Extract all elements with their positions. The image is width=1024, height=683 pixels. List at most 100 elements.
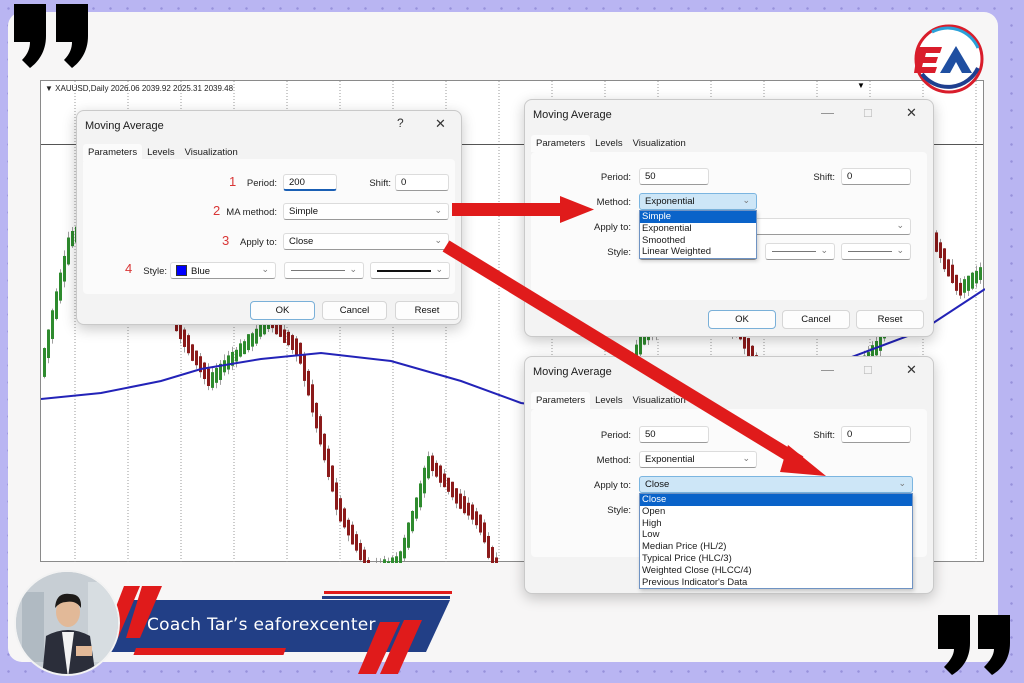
candle-body <box>463 496 466 514</box>
apply-to-label: Apply to: <box>594 222 631 233</box>
cancel-button[interactable]: Cancel <box>322 301 387 320</box>
candle-body <box>67 237 70 265</box>
tab-parameters[interactable]: Parameters <box>531 135 591 152</box>
method-select[interactable]: Simple ⌄ <box>283 203 449 220</box>
minimize-button[interactable]: — <box>821 105 834 120</box>
dropdown-option[interactable]: Exponential <box>640 223 756 235</box>
candle-body <box>459 493 462 509</box>
candle-body <box>959 282 962 296</box>
period-input[interactable]: 50 <box>639 168 709 185</box>
candle-body <box>471 504 474 520</box>
candle-body <box>455 488 458 504</box>
method-value: Simple <box>289 206 319 217</box>
candle-body <box>971 272 974 289</box>
style-label: Style: <box>607 247 631 258</box>
tab-levels[interactable]: Levels <box>590 135 627 152</box>
candle-body <box>211 372 214 388</box>
tab-parameters[interactable]: Parameters <box>531 392 591 409</box>
dropdown-option[interactable]: High <box>640 518 912 530</box>
candle-body <box>291 335 294 350</box>
step-number: 4 <box>125 261 133 276</box>
close-button[interactable]: ✕ <box>906 362 917 378</box>
reset-button[interactable]: Reset <box>856 310 924 329</box>
apply-to-label: Apply to: <box>240 237 277 248</box>
help-button[interactable]: ? <box>397 116 404 130</box>
candle-body <box>287 331 290 346</box>
shift-input[interactable]: 0 <box>395 174 449 191</box>
reset-button[interactable]: Reset <box>395 301 459 320</box>
chevron-down-icon: ⌄ <box>820 245 828 255</box>
apply-to-value: Close <box>289 236 314 247</box>
period-input[interactable]: 50 <box>639 426 709 443</box>
chevron-down-icon: ⌄ <box>434 235 442 245</box>
dropdown-option[interactable]: Close <box>640 494 912 506</box>
apply-to-select[interactable]: Close ⌄ <box>639 476 913 493</box>
candle-body <box>319 416 322 445</box>
color-select[interactable]: Blue ⌄ <box>170 262 276 279</box>
method-value: Exponential <box>645 454 695 465</box>
close-button[interactable]: ✕ <box>906 105 917 121</box>
method-select[interactable]: Exponential ⌄ <box>639 193 757 210</box>
cancel-button[interactable]: Cancel <box>782 310 850 329</box>
dropdown-option[interactable]: Median Price (HL/2) <box>640 541 912 553</box>
line-width-select[interactable]: ⌄ <box>370 262 450 279</box>
ok-button[interactable]: OK <box>250 301 315 320</box>
line-width-sample <box>848 251 892 252</box>
collapse-triangle-icon[interactable]: ▼ <box>45 84 55 93</box>
candle-body <box>243 341 246 355</box>
tab-visualization[interactable]: Visualization <box>628 135 691 152</box>
color-swatch <box>176 265 187 276</box>
dialog-title: Moving Average <box>533 109 612 121</box>
dropdown-option[interactable]: Simple <box>640 211 756 223</box>
close-button[interactable]: ✕ <box>435 116 446 132</box>
chart-header: ▼ XAUUSD,Daily 2026.06 2039.92 2025.31 2… <box>45 84 233 93</box>
candle-body <box>399 551 402 563</box>
dropdown-option[interactable]: Smoothed <box>640 235 756 247</box>
dropdown-option[interactable]: Weighted Close (HLCC/4) <box>640 565 912 577</box>
dropdown-option[interactable]: Linear Weighted <box>640 246 756 258</box>
period-label: Period: <box>600 430 631 441</box>
dropdown-option[interactable]: Typical Price (HLC/3) <box>640 553 912 565</box>
tab-levels[interactable]: Levels <box>590 392 627 409</box>
candle-body <box>475 511 478 526</box>
chevron-down-icon: ⌄ <box>896 220 904 230</box>
candle-body <box>359 543 362 561</box>
method-select[interactable]: Exponential ⌄ <box>639 451 757 468</box>
candle-body <box>935 232 938 252</box>
candle-body <box>483 522 486 543</box>
line-style-select[interactable]: ⌄ <box>765 243 835 260</box>
line-width-select[interactable]: ⌄ <box>841 243 911 260</box>
method-value: Exponential <box>645 196 695 207</box>
maximize-button[interactable]: ☐ <box>863 107 873 120</box>
candle-body <box>71 230 74 247</box>
candle-body <box>431 455 434 472</box>
style-label: Style: <box>143 266 167 277</box>
tab-visualization[interactable]: Visualization <box>628 392 691 409</box>
ma-dialog-main: Moving Average ? ✕ Parameters Levels Vis… <box>76 110 462 325</box>
candle-body <box>315 402 318 429</box>
candle-body <box>323 433 326 461</box>
dropdown-option[interactable]: Previous Indicator's Data <box>640 577 912 589</box>
apply-to-select[interactable]: Close ⌄ <box>283 233 449 250</box>
ok-button[interactable]: OK <box>708 310 776 329</box>
candle-body <box>419 483 422 508</box>
dropdown-option[interactable]: Low <box>640 529 912 541</box>
line-style-select[interactable]: ⌄ <box>284 262 364 279</box>
maximize-button[interactable]: ☐ <box>863 364 873 377</box>
candle-body <box>327 448 330 477</box>
candle-body <box>251 333 254 347</box>
candle-body <box>331 465 334 492</box>
candle-body <box>339 498 342 522</box>
candle-body <box>279 324 282 337</box>
period-input[interactable]: 200 <box>283 174 337 191</box>
dropdown-option[interactable]: Open <box>640 506 912 518</box>
method-label: Method: <box>596 197 631 208</box>
candle-body <box>295 338 298 356</box>
candle-body <box>439 465 442 483</box>
shift-input[interactable]: 0 <box>841 426 911 443</box>
candle-body <box>639 336 642 355</box>
candle-body <box>63 255 66 282</box>
shift-marker-icon[interactable]: ▼ <box>857 81 865 90</box>
shift-input[interactable]: 0 <box>841 168 911 185</box>
minimize-button[interactable]: — <box>821 362 834 377</box>
